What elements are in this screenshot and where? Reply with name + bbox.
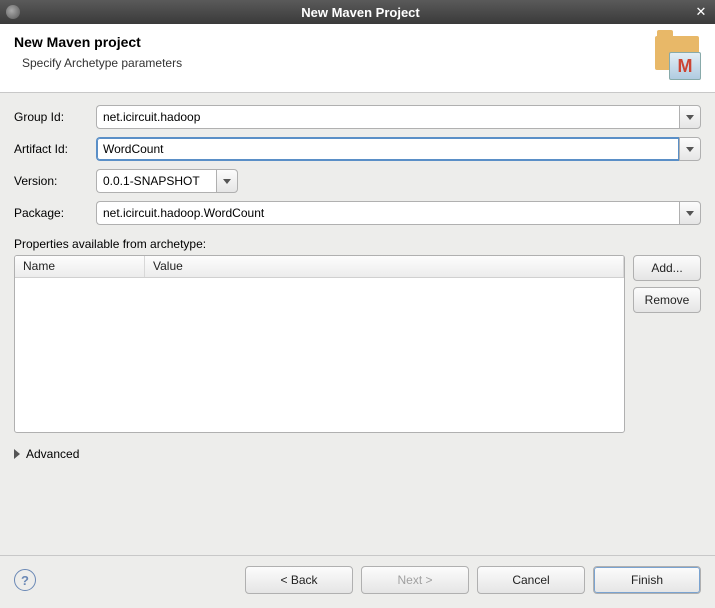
chevron-down-icon <box>223 179 231 184</box>
artifact-id-dropdown-button[interactable] <box>679 137 701 161</box>
chevron-down-icon <box>686 115 694 120</box>
properties-label: Properties available from archetype: <box>14 237 701 251</box>
add-button[interactable]: Add... <box>633 255 701 281</box>
group-id-input[interactable] <box>96 105 679 129</box>
package-label: Package: <box>14 206 96 220</box>
page-subtitle: Specify Archetype parameters <box>22 56 653 70</box>
next-button[interactable]: Next > <box>361 566 469 594</box>
artifact-id-combo[interactable] <box>96 137 701 161</box>
table-header: Name Value <box>15 256 624 278</box>
titlebar: New Maven Project ✕ <box>0 0 715 24</box>
version-label: Version: <box>14 174 96 188</box>
remove-button[interactable]: Remove <box>633 287 701 313</box>
version-combo[interactable] <box>96 169 238 193</box>
package-input[interactable] <box>96 201 679 225</box>
column-header-name[interactable]: Name <box>15 256 145 277</box>
back-button[interactable]: < Back <box>245 566 353 594</box>
finish-button[interactable]: Finish <box>593 566 701 594</box>
chevron-down-icon <box>686 147 694 152</box>
version-input[interactable] <box>96 169 216 193</box>
help-icon[interactable]: ? <box>14 569 36 591</box>
advanced-label: Advanced <box>26 447 79 461</box>
artifact-id-input[interactable] <box>96 137 679 161</box>
content-area: Group Id: Artifact Id: Version: Package: <box>0 93 715 555</box>
dialog-window: New Maven project Specify Archetype para… <box>0 24 715 608</box>
column-header-value[interactable]: Value <box>145 256 624 277</box>
artifact-id-label: Artifact Id: <box>14 142 96 156</box>
page-title: New Maven project <box>14 34 653 50</box>
app-icon <box>6 5 20 19</box>
properties-table[interactable]: Name Value <box>14 255 625 433</box>
group-id-label: Group Id: <box>14 110 96 124</box>
maven-folder-icon: M <box>653 34 701 78</box>
footer: ? < Back Next > Cancel Finish <box>0 555 715 608</box>
banner: New Maven project Specify Archetype para… <box>0 24 715 93</box>
group-id-combo[interactable] <box>96 105 701 129</box>
expand-icon <box>14 449 20 459</box>
close-icon[interactable]: ✕ <box>693 4 709 20</box>
version-dropdown-button[interactable] <box>216 169 238 193</box>
cancel-button[interactable]: Cancel <box>477 566 585 594</box>
window-title: New Maven Project <box>28 5 693 20</box>
chevron-down-icon <box>686 211 694 216</box>
advanced-toggle[interactable]: Advanced <box>14 447 79 461</box>
group-id-dropdown-button[interactable] <box>679 105 701 129</box>
package-dropdown-button[interactable] <box>679 201 701 225</box>
package-combo[interactable] <box>96 201 701 225</box>
